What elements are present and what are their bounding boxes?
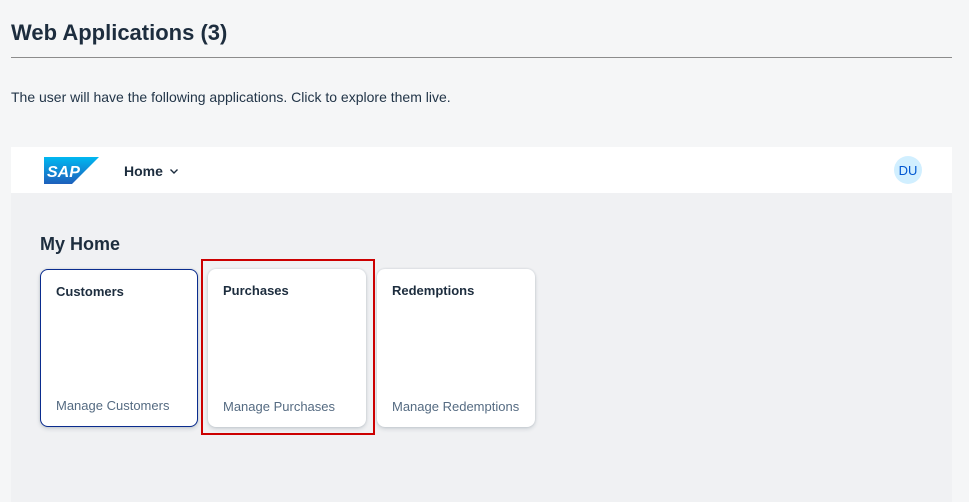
home-menu-button[interactable]: Home — [124, 161, 179, 181]
tile-redemptions[interactable]: Redemptions Manage Redemptions — [377, 269, 535, 427]
sap-logo[interactable]: SAP — [44, 157, 99, 184]
intro-text: The user will have the following applica… — [11, 89, 451, 105]
home-menu-label: Home — [124, 163, 163, 179]
title-divider — [11, 57, 952, 58]
user-avatar[interactable]: DU — [894, 156, 922, 184]
tile-customers[interactable]: Customers Manage Customers — [40, 269, 198, 427]
chevron-down-icon — [169, 169, 178, 174]
section-title: My Home — [40, 234, 121, 254]
tile-purchases[interactable]: Purchases Manage Purchases — [208, 269, 366, 427]
tile-title: Redemptions — [392, 283, 475, 298]
tile-title: Purchases — [223, 283, 289, 298]
tile-subtitle: Manage Purchases — [223, 399, 336, 414]
page-title: Web Applications (3) — [11, 20, 228, 45]
tile-title: Customers — [56, 284, 124, 299]
shell-bar: SAP Home DU — [11, 147, 952, 193]
app-preview: SAP Home DU My Home Customers Manage Cus… — [11, 147, 952, 502]
sap-logo-text: SAP — [47, 164, 80, 181]
tile-subtitle: Manage Customers — [56, 398, 170, 413]
tile-subtitle: Manage Redemptions — [392, 399, 520, 414]
